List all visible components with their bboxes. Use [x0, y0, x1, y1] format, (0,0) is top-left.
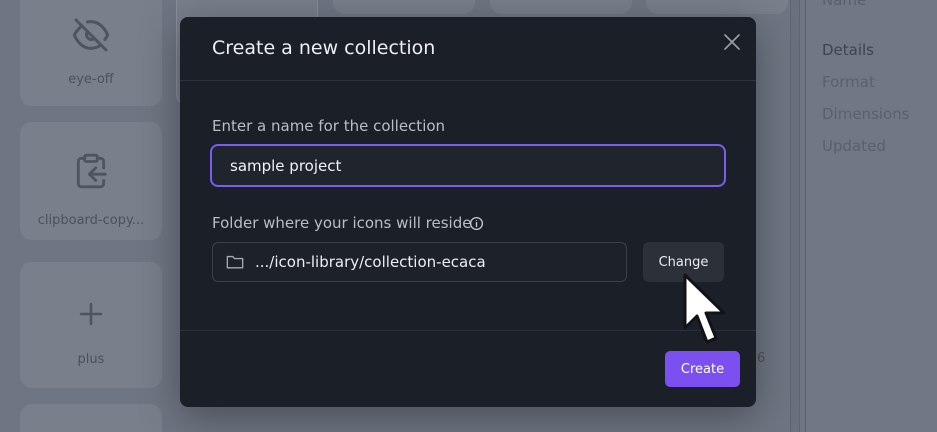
folder-field-label: Folder where your icons will reside	[212, 214, 472, 232]
partial-count-text: 6	[757, 351, 766, 366]
clipboard-copy-icon	[76, 153, 107, 189]
create-button[interactable]: Create	[665, 351, 740, 387]
name-field-label: Enter a name for the collection	[212, 117, 446, 135]
folder-path-field: .../icon-library/collection-ecaca	[212, 242, 627, 282]
close-icon	[724, 34, 740, 50]
close-button[interactable]	[720, 30, 744, 54]
plus-icon	[79, 302, 103, 326]
details-tab[interactable]: Details	[822, 41, 874, 59]
icon-card-plus[interactable]: plus	[20, 262, 162, 388]
icon-card-partial[interactable]	[646, 0, 788, 14]
updated-tab[interactable]: Updated	[822, 137, 886, 155]
create-collection-modal: Create a new collection Enter a name for…	[180, 17, 756, 407]
header-divider	[180, 80, 756, 81]
details-panel: Name Details Format Dimensions Updated	[805, 0, 937, 432]
panel-scrollbar[interactable]	[790, 0, 800, 432]
modal-title: Create a new collection	[212, 37, 436, 59]
footer-divider	[180, 330, 756, 331]
icon-card-partial[interactable]	[333, 0, 475, 14]
icon-card-clipboard-copy[interactable]: clipboard-copy...	[20, 122, 162, 240]
folder-path-text: .../icon-library/collection-ecaca	[255, 253, 486, 271]
format-tab[interactable]: Format	[822, 73, 875, 91]
collection-name-input[interactable]	[210, 144, 726, 187]
icon-card-partial[interactable]	[20, 404, 162, 432]
icon-card-partial[interactable]	[490, 0, 632, 14]
folder-icon	[226, 255, 244, 269]
icon-card-label: eye-off	[68, 72, 114, 87]
mouse-pointer-icon	[683, 273, 726, 344]
info-icon[interactable]	[469, 216, 484, 231]
eye-off-icon	[72, 18, 110, 52]
icon-card-eye-off[interactable]: eye-off	[20, 0, 162, 106]
icon-card-label: plus	[77, 352, 105, 367]
dimensions-tab[interactable]: Dimensions	[822, 105, 910, 123]
icon-card-label: clipboard-copy...	[37, 213, 145, 228]
details-panel-heading: Name	[822, 0, 867, 9]
